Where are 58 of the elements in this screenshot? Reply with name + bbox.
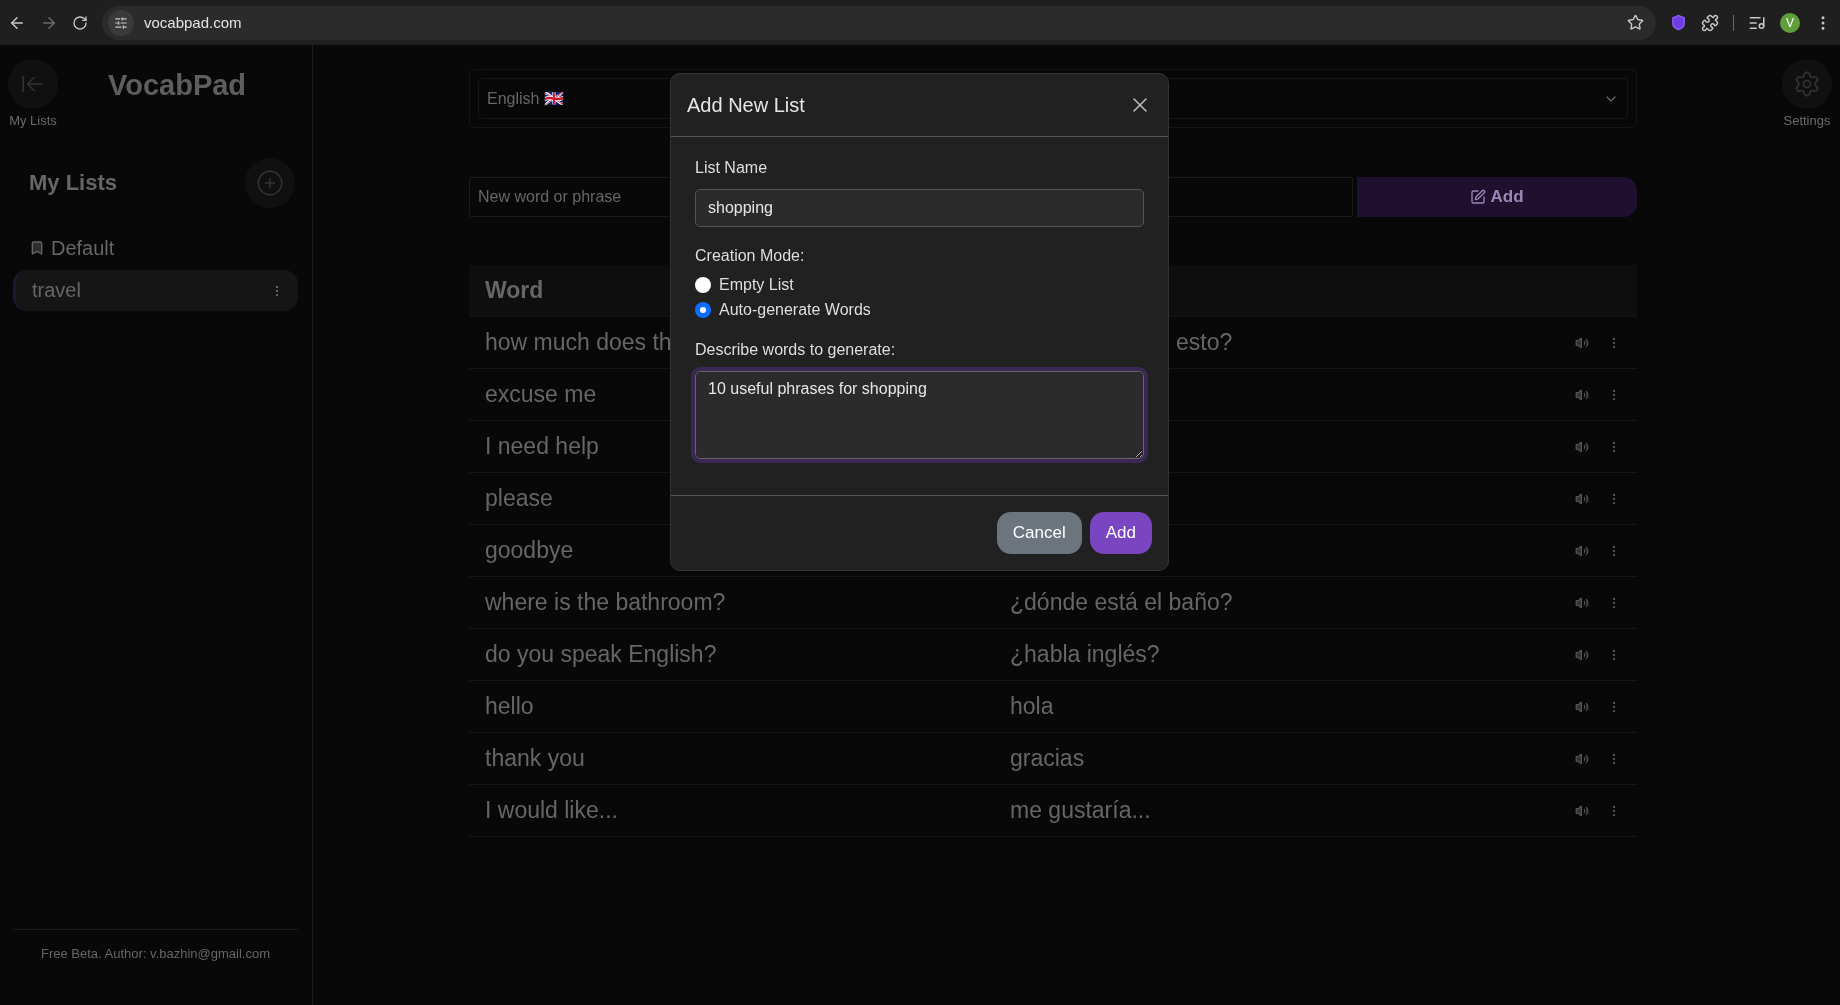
word-cell: do you speak English?	[485, 641, 717, 668]
translation-cell: me gustaría...	[1010, 797, 1151, 824]
list-name-field[interactable]: shopping	[695, 189, 1144, 227]
translation-cell: esto?	[1176, 329, 1233, 356]
speaker-icon[interactable]	[1575, 439, 1589, 454]
cancel-button[interactable]: Cancel	[996, 512, 1082, 554]
lists-heading: My Lists	[29, 170, 118, 196]
dialog-title: Add New List	[687, 93, 805, 117]
field-label: Creation Mode:	[695, 247, 806, 265]
footer-text: Free Beta. Author: v.bazhin@gmail.com	[13, 929, 298, 1005]
pencil-icon	[1470, 189, 1487, 205]
speaker-icon[interactable]	[1575, 647, 1589, 662]
radio-option[interactable]: Auto-generate Words	[695, 301, 1144, 319]
plus-icon[interactable]	[256, 169, 284, 197]
translation-cell: hola	[1010, 693, 1054, 720]
speaker-icon[interactable]	[1575, 803, 1589, 818]
speaker-icon[interactable]	[1575, 491, 1589, 506]
speaker-icon[interactable]	[1575, 699, 1589, 714]
word-cell: I need help	[485, 433, 599, 460]
word-cell: hello	[485, 693, 534, 720]
speaker-icon[interactable]	[1575, 335, 1589, 350]
speaker-icon[interactable]	[1575, 543, 1589, 558]
column-header: Word	[485, 277, 544, 304]
radio-option[interactable]: Empty List	[695, 276, 1144, 294]
word-cell: please	[485, 485, 553, 512]
add-button[interactable]: Add	[1089, 512, 1152, 554]
radio-icon[interactable]	[695, 302, 711, 318]
speaker-icon[interactable]	[1575, 751, 1589, 766]
speaker-icon[interactable]	[1575, 387, 1589, 402]
translation-cell: ¿dónde está el baño?	[1010, 589, 1233, 616]
field-label: Describe words to generate:	[695, 341, 897, 359]
word-cell: thank you	[485, 745, 585, 772]
settings-icon[interactable]	[1793, 70, 1821, 98]
settings-label: Settings	[1783, 113, 1831, 128]
app-title: VocabPad	[108, 69, 247, 102]
shield-icon[interactable]	[1670, 14, 1687, 31]
bookmark-icon	[29, 240, 45, 256]
add-word-button[interactable]: Add	[1357, 177, 1637, 217]
list-item[interactable]: travel	[13, 270, 298, 311]
list-item[interactable]: Default	[13, 230, 298, 266]
word-cell: excuse me	[485, 381, 597, 408]
collapse-label: My Lists	[9, 113, 57, 128]
word-cell: how much does th	[485, 329, 672, 356]
word-cell: goodbye	[485, 537, 574, 564]
site-settings-icon[interactable]	[108, 9, 134, 36]
address-bar[interactable]: vocabpad.com	[102, 5, 1656, 40]
translation-cell: gracias	[1010, 745, 1085, 772]
url-text: vocabpad.com	[144, 14, 243, 31]
star-icon[interactable]	[1627, 14, 1644, 31]
profile-avatar[interactable]: V	[1780, 12, 1800, 33]
speaker-icon[interactable]	[1575, 595, 1589, 610]
reload-icon[interactable]	[72, 14, 88, 31]
field-label: List Name	[695, 159, 769, 177]
translation-cell: ¿habla inglés?	[1010, 641, 1160, 668]
radio-icon[interactable]	[695, 277, 711, 293]
puzzle-icon[interactable]	[1701, 13, 1719, 32]
word-cell: where is the bathroom?	[485, 589, 726, 616]
word-cell: I would like...	[485, 797, 618, 824]
